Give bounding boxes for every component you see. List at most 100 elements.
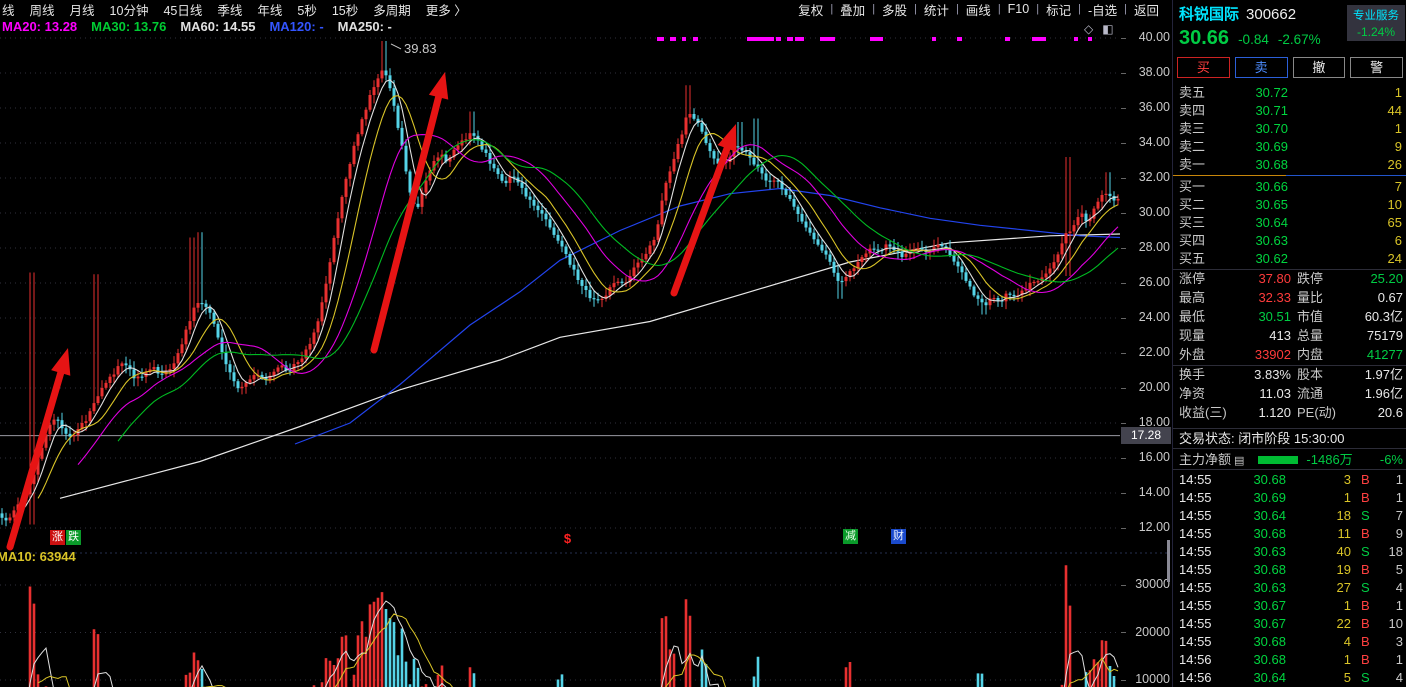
tick-row[interactable]: 14:55 30.68 19 B 5: [1173, 561, 1406, 579]
tick-row[interactable]: 14:55 30.68 3 B 1: [1173, 471, 1406, 489]
period-item[interactable]: 10分钟: [110, 0, 149, 19]
stat-value: 33902: [1254, 347, 1291, 362]
ask-row[interactable]: 卖五 30.72 1: [1173, 84, 1406, 102]
period-item[interactable]: 更多 〉: [426, 0, 467, 19]
stat-label: 收益(三): [1179, 405, 1227, 420]
stat-row: 净资 11.03 流通 1.96亿: [1173, 385, 1406, 403]
bid-row[interactable]: 买三 30.64 65: [1173, 214, 1406, 232]
stat-value: 37.80: [1258, 271, 1291, 286]
tool-item[interactable]: 叠加: [833, 0, 872, 19]
tick-direction: B: [1361, 634, 1370, 649]
orderbook-price: 30.72: [1255, 85, 1288, 100]
panel-scrollbar[interactable]: [1167, 540, 1170, 582]
tick-direction: B: [1361, 490, 1370, 505]
stat-label: 净资: [1179, 386, 1206, 401]
period-item[interactable]: 15秒: [332, 0, 358, 19]
finance-marker[interactable]: 财: [891, 529, 906, 544]
diamond-icon[interactable]: ◇: [1084, 22, 1093, 36]
orderbook-level-label: 买三: [1179, 215, 1206, 230]
trade-buttons: 买卖撤警: [1177, 57, 1403, 78]
tick-row[interactable]: 14:55 30.67 1 B 1: [1173, 597, 1406, 615]
price-change: -0.84: [1238, 32, 1269, 47]
bid-row[interactable]: 买一 30.66 7: [1173, 178, 1406, 196]
buy-button[interactable]: 买: [1177, 57, 1230, 78]
orderbook-price: 30.62: [1255, 251, 1288, 266]
tool-item[interactable]: F10: [1001, 2, 1037, 16]
stat-label: 内盘: [1297, 347, 1324, 362]
main-flow-row[interactable]: 主力净额 ▤ -1486万 -6%: [1179, 450, 1403, 469]
orderbook-qty: 7: [1394, 179, 1402, 194]
tick-volume: 5: [1343, 670, 1351, 685]
tick-row[interactable]: 14:55 30.67 22 B 10: [1173, 615, 1406, 633]
tick-row[interactable]: 14:55 30.68 11 B 9: [1173, 525, 1406, 543]
tool-item[interactable]: 多股: [875, 0, 914, 19]
tool-item[interactable]: 画线: [959, 0, 998, 19]
bid-row[interactable]: 买四 30.63 6: [1173, 232, 1406, 250]
trading-terminal: 线周线 月线 10分钟 45日线 季线 年线 5秒 15秒 多周期 更多 〉 复权 | 叠加 | 多股 | 统…: [0, 0, 1406, 687]
tool-item[interactable]: 统计: [917, 0, 956, 19]
orderbook-level-label: 卖五: [1179, 85, 1206, 100]
stat-row: 最低 30.51 市值 60.3亿: [1173, 308, 1406, 326]
price-axis-label: 24.00: [1138, 310, 1170, 324]
orderbook-level-label: 买二: [1179, 197, 1206, 212]
tick-row[interactable]: 14:55 30.63 40 S 18: [1173, 543, 1406, 561]
tool-item[interactable]: 返回: [1127, 0, 1166, 19]
ma-label: MA60: 14.55: [180, 19, 256, 34]
period-item[interactable]: 周线: [30, 0, 55, 19]
orderbook-qty: 44: [1387, 103, 1402, 118]
service-badge[interactable]: 专业服务 -1.24%: [1347, 5, 1405, 41]
tick-price: 30.64: [1253, 508, 1286, 523]
tick-time: 14:55: [1179, 508, 1212, 523]
price-axis-label: 22.00: [1138, 345, 1170, 359]
period-item[interactable]: 季线: [217, 0, 242, 19]
tick-row[interactable]: 14:55 30.63 27 S 4: [1173, 579, 1406, 597]
ask-row[interactable]: 卖三 30.70 1: [1173, 120, 1406, 138]
tick-count: 1: [1395, 652, 1403, 667]
bid-row[interactable]: 买五 30.62 24: [1173, 250, 1406, 268]
chart-corner-icons: ◇ ◧: [1084, 22, 1114, 36]
tick-price: 30.68: [1253, 472, 1286, 487]
up-badge[interactable]: 涨: [50, 530, 65, 545]
tick-row[interactable]: 14:56 30.64 5 S 4: [1173, 669, 1406, 687]
tick-volume: 22: [1336, 616, 1351, 631]
reduction-marker[interactable]: 减: [843, 529, 858, 544]
period-item[interactable]: 5秒: [297, 0, 316, 19]
trade-button[interactable]: 撤: [1292, 57, 1346, 78]
period-item[interactable]: 多周期: [373, 0, 411, 19]
period-item[interactable]: 年线: [257, 0, 282, 19]
tick-row[interactable]: 14:55 30.64 18 S 7: [1173, 507, 1406, 525]
period-item[interactable]: 月线: [70, 0, 95, 19]
sell-button[interactable]: 卖: [1234, 57, 1288, 78]
tool-item[interactable]: 标记: [1039, 0, 1078, 19]
tick-price: 30.68: [1253, 562, 1286, 577]
period-item[interactable]: 45日线: [163, 0, 202, 19]
ask-row[interactable]: 卖一 30.68 26: [1173, 156, 1406, 174]
tool-item[interactable]: 复权: [791, 0, 830, 19]
tick-row[interactable]: 14:56 30.68 1 B 1: [1173, 651, 1406, 669]
stat-label: 股本: [1297, 367, 1324, 382]
orderbook-level-label: 买五: [1179, 251, 1206, 266]
tick-time: 14:55: [1179, 526, 1212, 541]
orderbook-divider-right: [1286, 175, 1406, 176]
list-icon: ▤: [1234, 455, 1245, 467]
ask-row[interactable]: 卖四 30.71 44: [1173, 102, 1406, 120]
tick-direction: S: [1361, 508, 1370, 523]
orderbook-level-label: 买四: [1179, 233, 1206, 248]
tool-item[interactable]: -自选: [1081, 0, 1124, 19]
orderbook-price: 30.63: [1255, 233, 1288, 248]
tick-row[interactable]: 14:55 30.69 1 B 1: [1173, 489, 1406, 507]
ask-row[interactable]: 卖二 30.69 9: [1173, 138, 1406, 156]
bid-row[interactable]: 买二 30.65 10: [1173, 196, 1406, 214]
tick-count: 1: [1395, 472, 1403, 487]
orderbook-price: 30.69: [1255, 139, 1288, 154]
down-badge[interactable]: 跌: [66, 530, 81, 545]
tick-volume: 3: [1343, 472, 1351, 487]
pane-layout-icon[interactable]: ◧: [1102, 22, 1113, 36]
trade-button[interactable]: 警: [1350, 57, 1403, 78]
period-item[interactable]: 线: [2, 0, 15, 19]
dividend-marker[interactable]: $: [560, 531, 575, 546]
main-chart-canvas[interactable]: 39.83: [0, 0, 1172, 687]
tick-count: 1: [1395, 598, 1403, 613]
stat-row: 涨停 37.80 跌停 25.20: [1173, 270, 1406, 288]
tick-row[interactable]: 14:55 30.68 4 B 3: [1173, 633, 1406, 651]
